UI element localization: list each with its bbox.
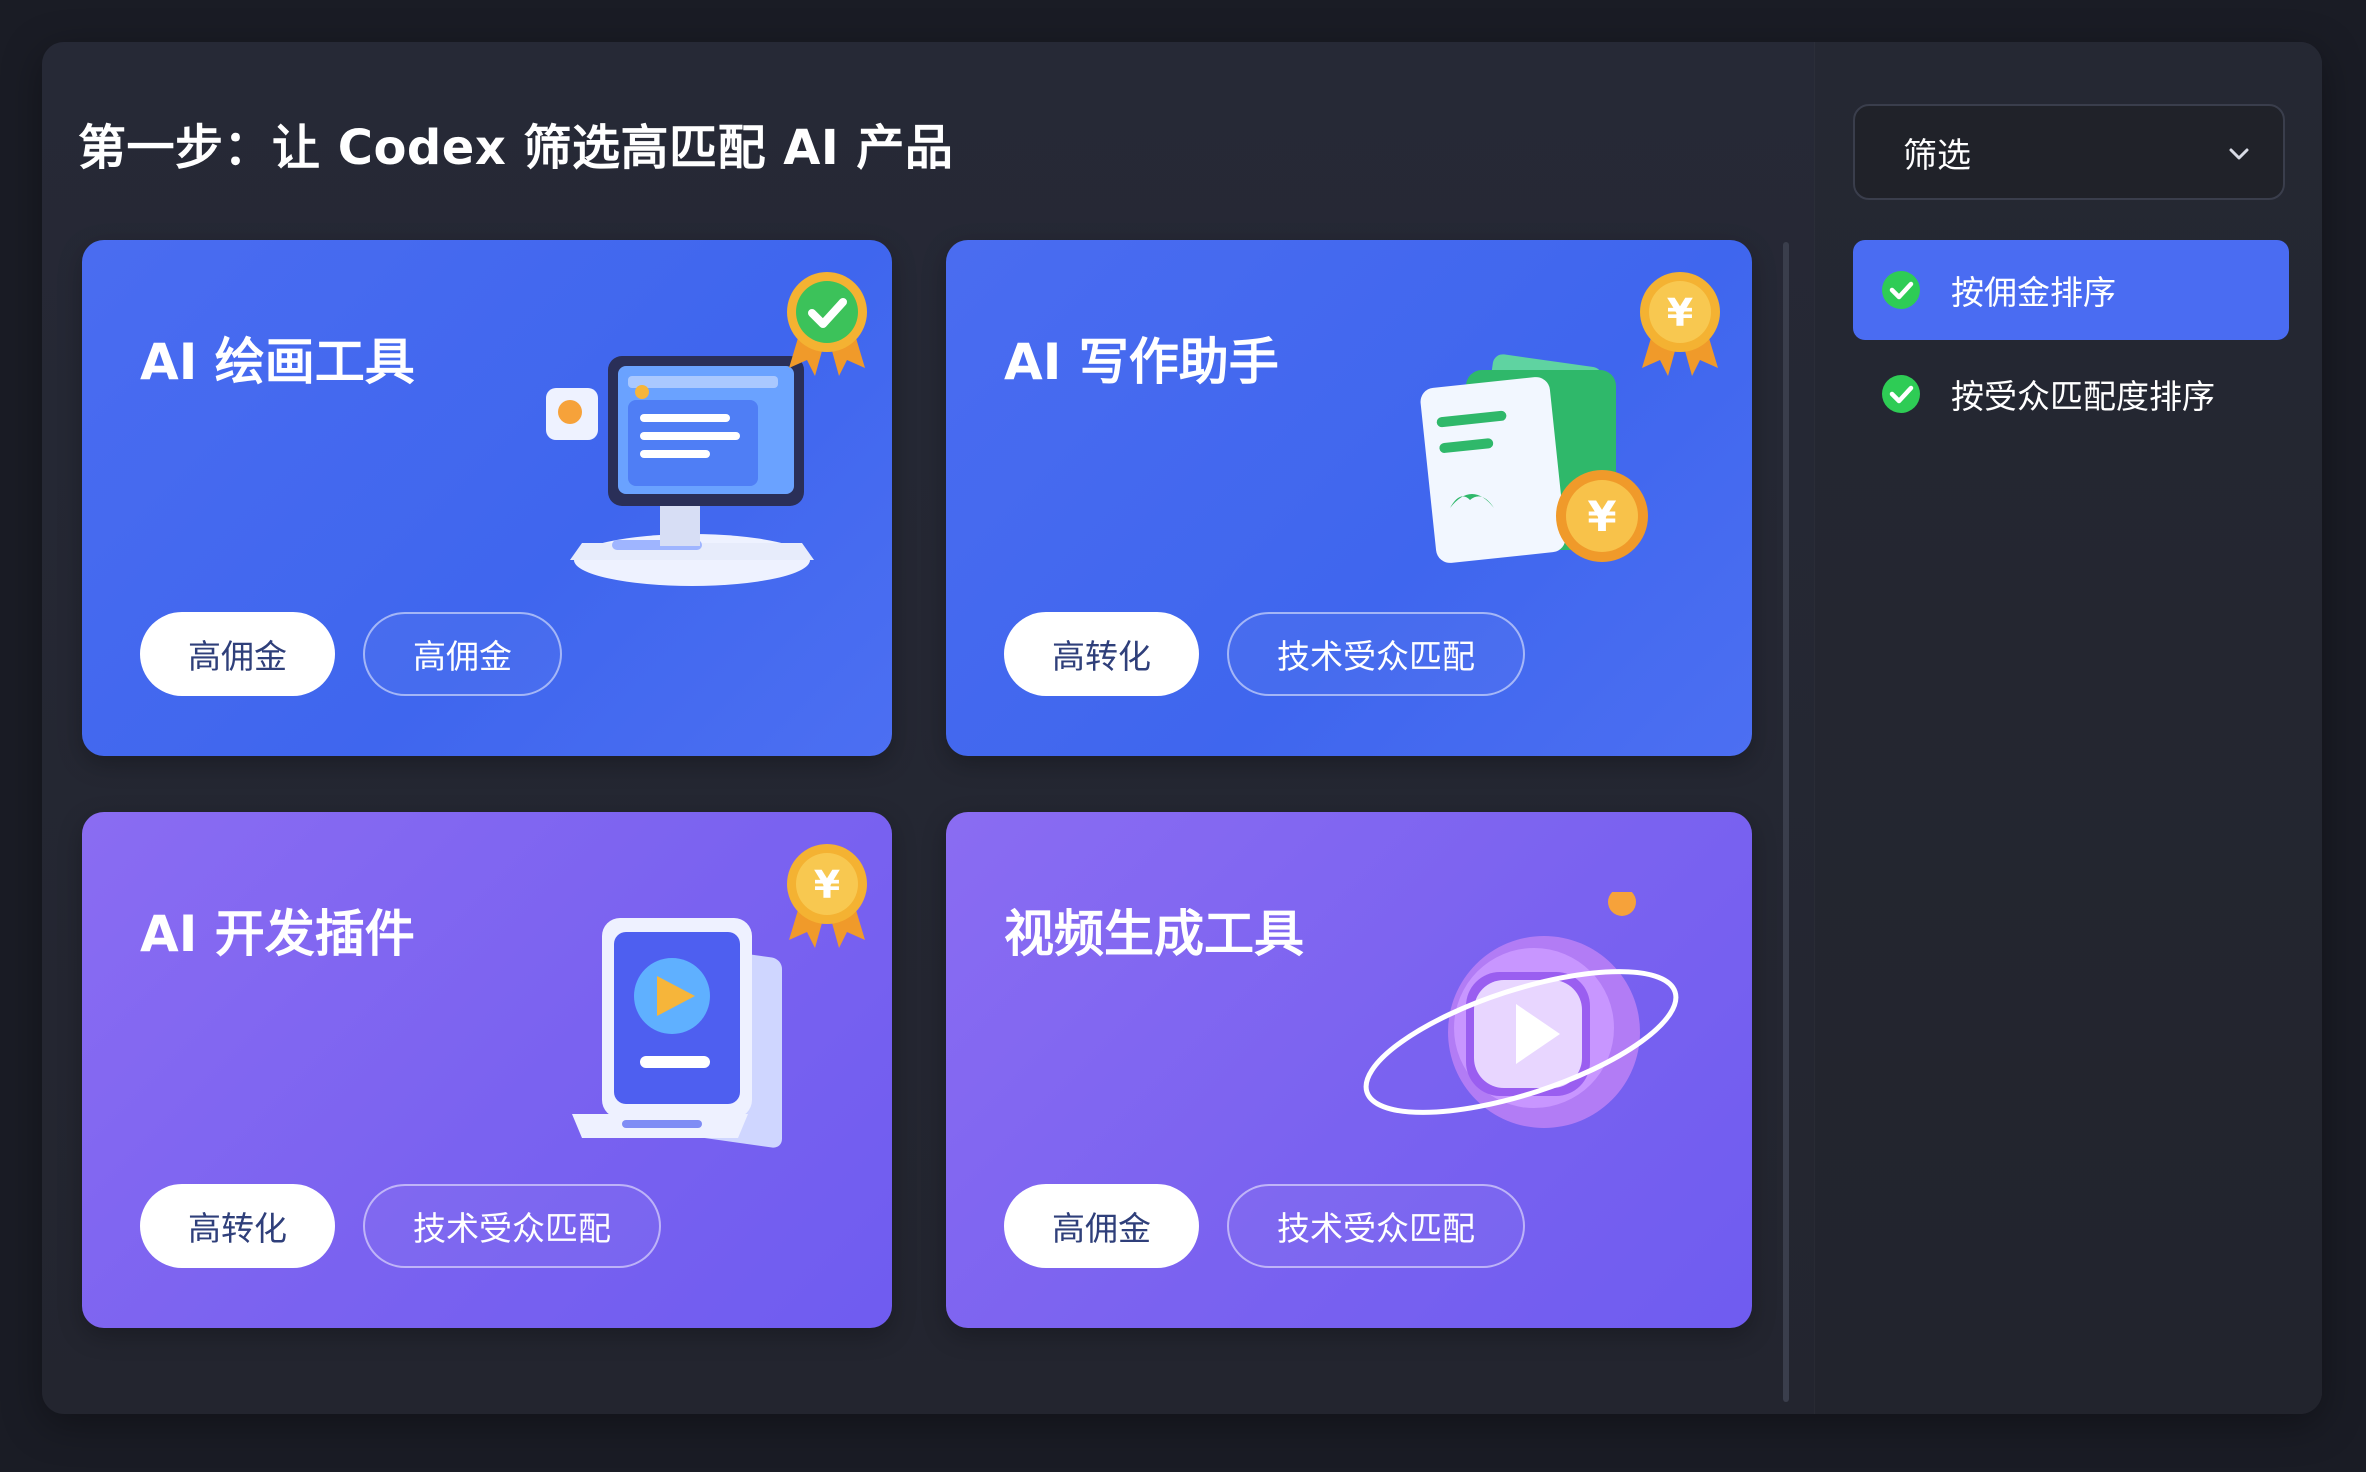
tag-pill-secondary[interactable]: 技术受众匹配 bbox=[363, 1184, 661, 1268]
check-medal-icon bbox=[787, 272, 867, 376]
tag-list: 高转化 技术受众匹配 bbox=[1004, 612, 1525, 696]
tag-list: 高佣金 技术受众匹配 bbox=[1004, 1184, 1525, 1268]
product-card-ai-writing[interactable]: AI 写作助手 ¥ ¥ 高转化 技术受众匹配 bbox=[946, 240, 1752, 756]
tag-pill-secondary[interactable]: 高佣金 bbox=[363, 612, 562, 696]
main-panel: 第一步：让 Codex 筛选高匹配 AI 产品 AI 绘画工具 高佣金 高佣金 … bbox=[42, 42, 1814, 1414]
yuan-medal-icon: ¥ bbox=[1640, 272, 1720, 376]
chevron-down-icon bbox=[2229, 148, 2249, 160]
filter-dropdown-label: 筛选 bbox=[1903, 135, 1971, 176]
filter-dropdown[interactable]: 筛选 bbox=[1853, 104, 2285, 200]
page-title: 第一步：让 Codex 筛选高匹配 AI 产品 bbox=[78, 120, 954, 176]
tag-pill-secondary[interactable]: 技术受众匹配 bbox=[1227, 1184, 1525, 1268]
check-circle-icon bbox=[1882, 375, 1920, 413]
app-window: 第一步：让 Codex 筛选高匹配 AI 产品 AI 绘画工具 高佣金 高佣金 … bbox=[42, 42, 2322, 1414]
tag-list: 高转化 技术受众匹配 bbox=[140, 1184, 661, 1268]
filter-sidebar: 筛选 按佣金排序 按受众匹配度排序 bbox=[1814, 42, 2322, 1414]
check-circle-icon bbox=[1882, 271, 1920, 309]
yuan-medal-icon: ¥ bbox=[787, 844, 867, 948]
card-title: AI 开发插件 bbox=[140, 905, 415, 963]
card-title: AI 写作助手 bbox=[1004, 333, 1279, 391]
card-title: AI 绘画工具 bbox=[140, 333, 415, 391]
play-planet-icon bbox=[1363, 892, 1679, 1128]
sort-option-audience-match[interactable]: 按受众匹配度排序 bbox=[1853, 344, 2289, 444]
scrollbar[interactable] bbox=[1783, 242, 1789, 1402]
sort-option-commission[interactable]: 按佣金排序 bbox=[1853, 240, 2289, 340]
svg-text:¥: ¥ bbox=[1587, 492, 1616, 541]
tag-list: 高佣金 高佣金 bbox=[140, 612, 562, 696]
tag-pill-primary[interactable]: 高佣金 bbox=[1004, 1184, 1199, 1268]
document-wallet-coin-icon: ¥ bbox=[1420, 354, 1648, 563]
tag-pill-primary[interactable]: 高转化 bbox=[1004, 612, 1199, 696]
product-card-ai-dev-plugin[interactable]: AI 开发插件 ¥ 高转化 技术受众匹配 bbox=[82, 812, 892, 1328]
tag-pill-primary[interactable]: 高佣金 bbox=[140, 612, 335, 696]
svg-text:¥: ¥ bbox=[1667, 291, 1693, 335]
product-card-ai-drawing[interactable]: AI 绘画工具 高佣金 高佣金 bbox=[82, 240, 892, 756]
card-title: 视频生成工具 bbox=[1004, 905, 1304, 963]
svg-text:¥: ¥ bbox=[814, 863, 840, 907]
tag-pill-secondary[interactable]: 技术受众匹配 bbox=[1227, 612, 1525, 696]
sort-option-label: 按佣金排序 bbox=[1951, 273, 2116, 312]
product-card-video-generation[interactable]: 视频生成工具 高佣金 技术受众匹配 bbox=[946, 812, 1752, 1328]
sort-option-label: 按受众匹配度排序 bbox=[1951, 377, 2215, 416]
tag-pill-primary[interactable]: 高转化 bbox=[140, 1184, 335, 1268]
